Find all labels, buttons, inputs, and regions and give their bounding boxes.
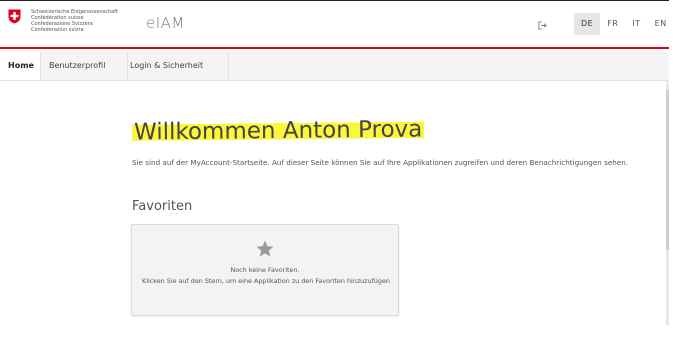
swiss-cross-icon xyxy=(8,9,21,24)
tab-login-sicherheit[interactable]: Login & Sicherheit xyxy=(122,52,229,80)
page: Schweizerische Eidgenossenschaft Confédé… xyxy=(0,0,679,341)
lang-fr[interactable]: FR xyxy=(600,13,625,35)
favorites-empty-text: Noch keine Favoriten. xyxy=(230,266,300,274)
star-icon[interactable] xyxy=(255,239,275,259)
welcome-heading: Willkommen Anton Prova xyxy=(131,116,425,146)
header: Schweizerische Eidgenossenschaft Confédé… xyxy=(0,0,679,48)
logout-button[interactable] xyxy=(532,15,552,35)
confederation-logo[interactable]: Schweizerische Eidgenossenschaft Confédé… xyxy=(8,9,128,39)
favorites-hint-text: Klicken Sie auf den Stern, um eine Appli… xyxy=(142,277,390,285)
app-name: eIAM xyxy=(146,14,185,32)
language-switcher: DE FR IT EN xyxy=(574,13,674,35)
logout-icon xyxy=(537,20,547,30)
header-accent-line xyxy=(0,47,669,49)
favorites-title: Favoriten xyxy=(132,199,193,214)
tab-home[interactable]: Home xyxy=(0,52,41,80)
lang-it[interactable]: IT xyxy=(625,13,647,35)
favorites-card: Noch keine Favoriten. Klicken Sie auf de… xyxy=(131,224,399,316)
confederation-text: Schweizerische Eidgenossenschaft Confédé… xyxy=(31,9,118,33)
main-nav: Home Benutzerprofil Login & Sicherheit xyxy=(0,52,669,81)
confed-line-4: Confederaziun svizra xyxy=(31,27,84,33)
tab-benutzerprofil[interactable]: Benutzerprofil xyxy=(41,52,128,80)
window-edge xyxy=(669,0,679,341)
intro-text: Sie sind auf der MyAccount-Startseite. A… xyxy=(132,158,629,167)
lang-de[interactable]: DE xyxy=(574,13,601,35)
